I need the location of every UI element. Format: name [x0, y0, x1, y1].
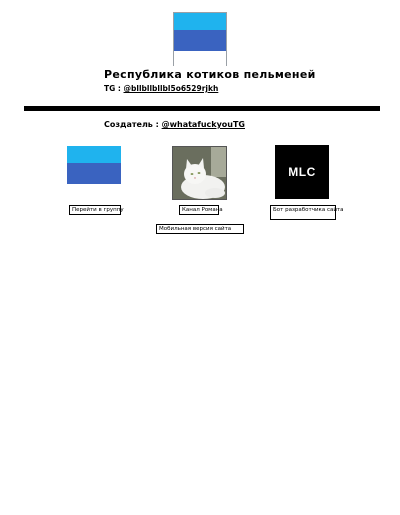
- cat-icon: [173, 147, 226, 199]
- page-title: Республика котиков пельменей: [104, 68, 316, 81]
- tg-link[interactable]: @bllbllbllbl5o6529rjkh: [124, 84, 219, 93]
- mlc-logo-text: MLC: [288, 165, 316, 179]
- tg-line: TG : @bllbllbllbl5o6529rjkh: [104, 84, 218, 93]
- channel-button[interactable]: Канал Романа: [179, 205, 223, 215]
- mobile-version-button[interactable]: Мобильная версия сайта: [156, 224, 244, 234]
- creator-label: Создатель :: [104, 120, 162, 129]
- cat-photo-image[interactable]: [172, 146, 227, 200]
- bot-button[interactable]: Бот разработчика сайта: [270, 205, 344, 220]
- header-flag-image: [173, 12, 227, 68]
- mlc-logo-image[interactable]: MLC: [275, 145, 329, 199]
- group-button[interactable]: Перейти в группу: [69, 205, 124, 215]
- tg-label: TG :: [104, 84, 124, 93]
- creator-link[interactable]: @whatafuckyouTG: [162, 120, 245, 129]
- group-flag-image[interactable]: [67, 146, 121, 201]
- creator-line: Создатель : @whatafuckyouTG: [104, 120, 245, 129]
- divider: [24, 106, 380, 111]
